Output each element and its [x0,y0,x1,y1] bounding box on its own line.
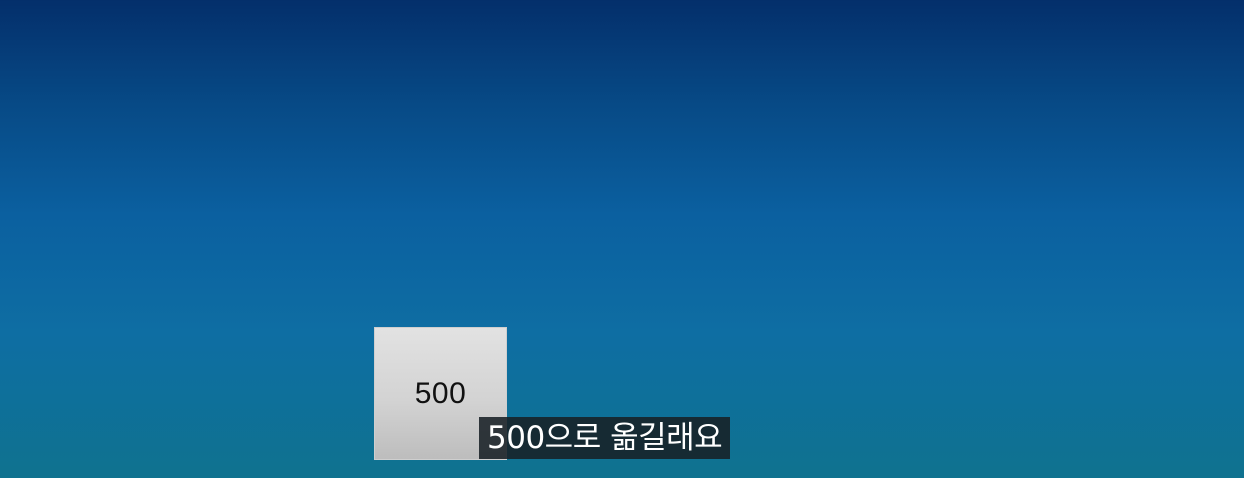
stage-canvas: 500 500으로 옮길래요 [0,0,1244,478]
caption-text: 500으로 옮길래요 [487,419,723,456]
tile-label: 500 [414,376,467,410]
subtitle-caption: 500으로 옮길래요 [479,417,731,459]
